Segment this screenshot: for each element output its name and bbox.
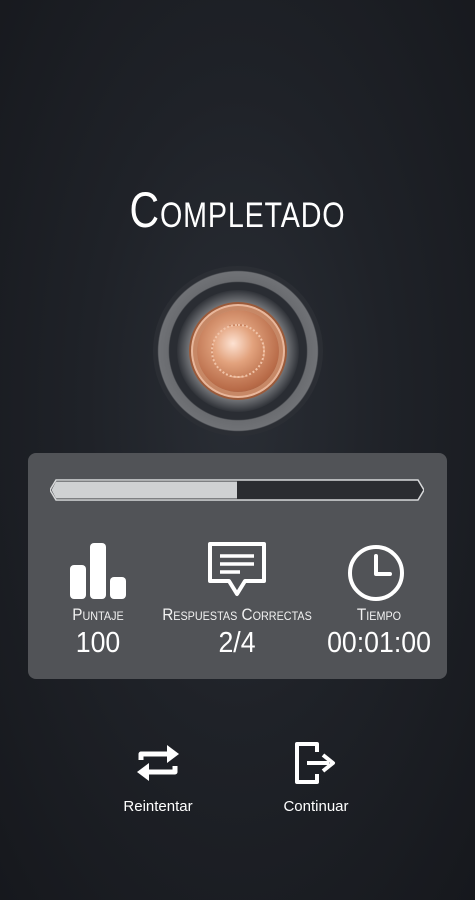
correct-answers-stat: Respuestas Correctas 2/4 xyxy=(141,605,333,660)
correct-answers-label: Respuestas Correctas xyxy=(162,605,312,624)
medal-badge xyxy=(153,266,323,436)
bar-chart-icon xyxy=(70,543,126,599)
continue-button[interactable]: Continuar xyxy=(256,740,376,815)
bronze-medal-icon xyxy=(197,310,279,392)
clock-icon xyxy=(348,545,404,601)
continue-label: Continuar xyxy=(283,798,349,815)
time-label: Tiempo xyxy=(356,605,402,624)
score-label: Puntaje xyxy=(72,605,124,624)
repeat-icon xyxy=(137,745,179,781)
score-value: 100 xyxy=(75,627,121,659)
time-value: 00:01:00 xyxy=(327,627,431,659)
page-title: Completado xyxy=(129,182,346,238)
retry-button[interactable]: Reintentar xyxy=(98,740,218,815)
exit-icon xyxy=(295,742,335,784)
results-panel: Puntaje 100 Respuestas Correctas 2/4 Tie… xyxy=(28,453,447,679)
progress-bar xyxy=(50,479,424,501)
chat-message-icon xyxy=(208,542,266,596)
retry-label: Reintentar xyxy=(123,798,193,815)
correct-answers-value: 2/4 xyxy=(218,627,256,659)
time-stat: Tiempo 00:01:00 xyxy=(318,605,440,660)
score-stat: Puntaje 100 xyxy=(54,605,142,660)
progress-fill xyxy=(51,481,237,499)
